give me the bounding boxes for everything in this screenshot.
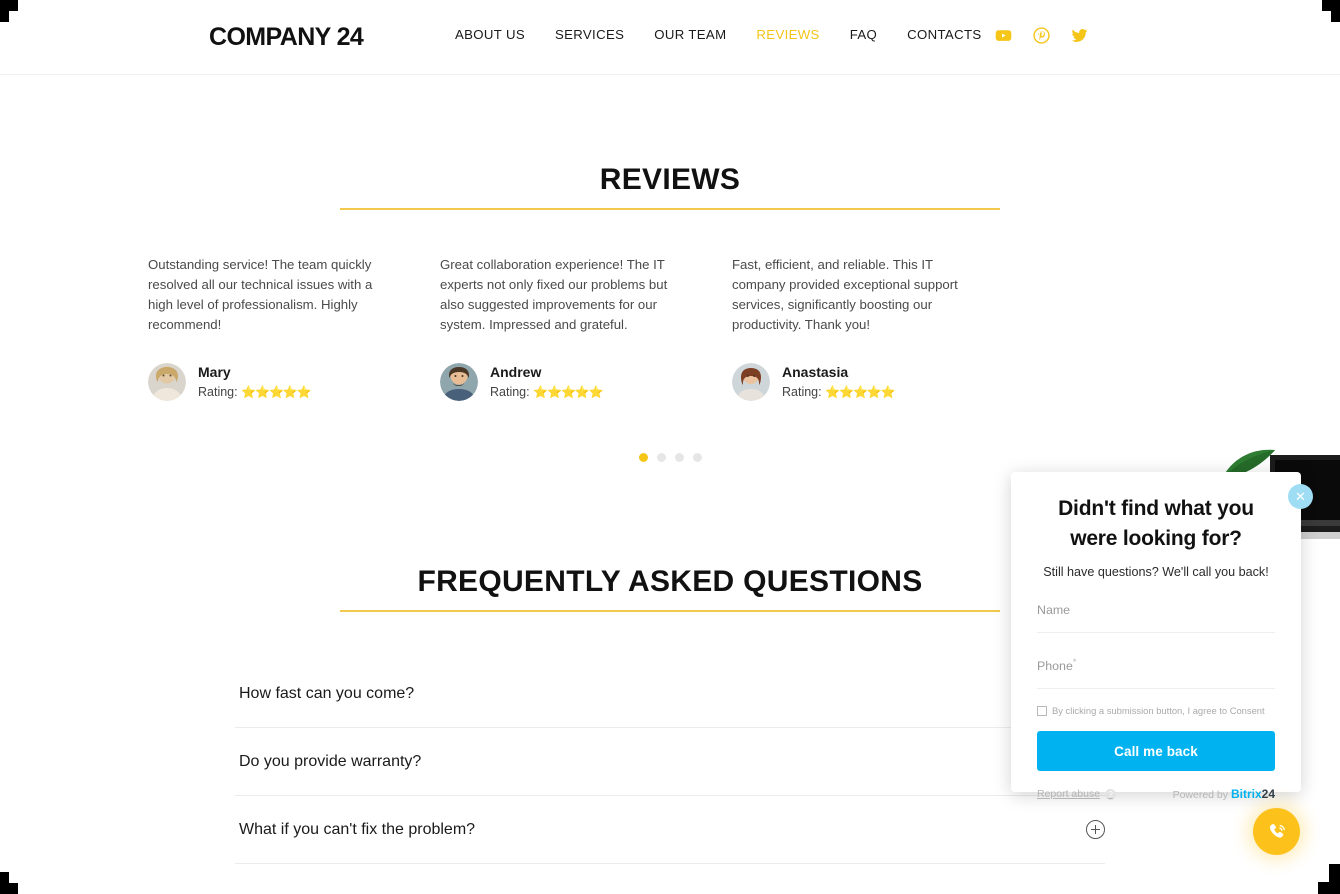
site-logo[interactable]: COMPANY 24 xyxy=(209,23,364,52)
review-card: Outstanding service! The team quickly re… xyxy=(148,255,440,401)
page-root: COMPANY 24 ABOUT US SERVICES OUR TEAM RE… xyxy=(0,0,1340,894)
review-author: Anastasia Rating: ⭐⭐⭐⭐⭐ xyxy=(732,363,1024,401)
reviews-title-underline xyxy=(340,208,1000,210)
site-header: COMPANY 24 ABOUT US SERVICES OUR TEAM RE… xyxy=(0,0,1340,75)
avatar xyxy=(440,363,478,401)
author-name: Mary xyxy=(198,364,231,381)
bitrix-brand: Bitrix xyxy=(1230,787,1262,802)
faq-heading-wrap: FREQUENTLY ASKED QUESTIONS xyxy=(340,567,1000,612)
name-field-underline xyxy=(1037,631,1275,633)
rating-label: Rating: xyxy=(198,385,238,399)
corner-mark-top-left xyxy=(0,0,30,22)
report-abuse-link[interactable]: Report abuse ? xyxy=(1037,788,1117,801)
author-rating: Rating: ⭐⭐⭐⭐⭐ xyxy=(782,384,896,401)
consent-label: By clicking a submission button, I agree… xyxy=(1052,704,1265,716)
author-rating: Rating: ⭐⭐⭐⭐⭐ xyxy=(198,384,312,401)
review-text: Fast, efficient, and reliable. This IT c… xyxy=(732,257,958,332)
author-rating: Rating: ⭐⭐⭐⭐⭐ xyxy=(490,384,604,401)
author-meta: Mary Rating: ⭐⭐⭐⭐⭐ xyxy=(198,363,312,401)
call-me-back-button[interactable]: Call me back xyxy=(1037,731,1275,772)
nav-item-contacts[interactable]: CONTACTS xyxy=(892,27,996,42)
avatar xyxy=(732,363,770,401)
reviews-section: REVIEWS Outstanding service! The team qu… xyxy=(0,75,1340,462)
pinterest-icon[interactable] xyxy=(1033,27,1050,44)
author-name: Andrew xyxy=(490,364,542,381)
carousel-dot-3[interactable] xyxy=(674,453,684,462)
name-field-label: Name xyxy=(1037,602,1071,617)
reviews-title: REVIEWS xyxy=(599,163,741,196)
carousel-dot-4[interactable] xyxy=(692,453,702,462)
phone-field-label: Phone* xyxy=(1037,657,1275,673)
corner-mark-bottom-right xyxy=(1306,864,1340,894)
faq-title: FREQUENTLY ASKED QUESTIONS xyxy=(417,565,923,598)
carousel-dot-2[interactable] xyxy=(656,453,666,462)
main-navigation: ABOUT US SERVICES OUR TEAM REVIEWS FAQ C… xyxy=(440,27,997,42)
nav-item-services[interactable]: SERVICES xyxy=(540,27,639,42)
bitrix-brand-number: 24 xyxy=(1261,787,1275,802)
phone-field-label-text: Phone xyxy=(1037,658,1073,673)
rating-stars: ⭐⭐⭐⭐⭐ xyxy=(241,385,312,399)
close-icon[interactable]: ✕ xyxy=(1288,484,1313,509)
review-author: Mary Rating: ⭐⭐⭐⭐⭐ xyxy=(148,363,440,401)
phone-field-underline xyxy=(1037,687,1275,689)
powered-by: Powered by Bitrix24 xyxy=(1173,787,1275,801)
author-name: Anastasia xyxy=(782,364,849,381)
report-abuse-label: Report abuse xyxy=(1037,788,1101,801)
popup-subtitle: Still have questions? We'll call you bac… xyxy=(1043,564,1269,579)
rating-stars: ⭐⭐⭐⭐⭐ xyxy=(825,385,896,399)
phone-field[interactable]: Phone* xyxy=(1037,657,1275,689)
required-mark: * xyxy=(1072,656,1077,667)
review-text: Outstanding service! The team quickly re… xyxy=(148,257,373,332)
popup-footer: Report abuse ? Powered by Bitrix24 xyxy=(1037,787,1275,801)
social-links xyxy=(995,27,1088,44)
faq-item[interactable]: How fast can you come? xyxy=(235,660,1105,728)
nav-item-our-team[interactable]: OUR TEAM xyxy=(639,27,741,42)
review-author: Andrew Rating: ⭐⭐⭐⭐⭐ xyxy=(440,363,732,401)
carousel-dots xyxy=(0,453,1340,462)
twitter-icon[interactable] xyxy=(1071,27,1088,44)
author-meta: Anastasia Rating: ⭐⭐⭐⭐⭐ xyxy=(782,363,896,401)
call-button-fab[interactable] xyxy=(1253,808,1300,855)
powered-by-prefix: Powered by xyxy=(1172,789,1229,802)
youtube-icon[interactable] xyxy=(995,27,1012,44)
consent-checkbox[interactable] xyxy=(1037,705,1047,716)
rating-stars: ⭐⭐⭐⭐⭐ xyxy=(533,385,604,399)
corner-mark-bottom-left xyxy=(0,872,30,894)
plus-icon[interactable] xyxy=(1086,820,1105,839)
faq-question: How fast can you come? xyxy=(239,684,415,702)
callback-popup: ✕ Didn't find what you were looking for?… xyxy=(1011,472,1313,801)
consent-row[interactable]: By clicking a submission button, I agree… xyxy=(1037,705,1275,716)
avatar xyxy=(148,363,186,401)
corner-mark-top-right xyxy=(1310,0,1340,22)
help-icon[interactable]: ? xyxy=(1105,788,1117,800)
phone-icon xyxy=(1269,823,1285,838)
rating-label: Rating: xyxy=(490,385,530,399)
faq-question: Do you provide warranty? xyxy=(239,752,422,770)
carousel-dot-1[interactable] xyxy=(638,453,648,462)
name-field[interactable]: Name xyxy=(1037,603,1275,633)
review-card: Great collaboration experience! The IT e… xyxy=(440,255,732,401)
popup-title: Didn't find what you were looking for? xyxy=(1058,497,1254,550)
author-meta: Andrew Rating: ⭐⭐⭐⭐⭐ xyxy=(490,363,604,401)
faq-question: What if you can't fix the problem? xyxy=(239,820,476,838)
nav-item-reviews[interactable]: REVIEWS xyxy=(741,27,834,42)
faq-title-underline xyxy=(340,610,1000,612)
nav-item-about-us[interactable]: ABOUT US xyxy=(440,27,540,42)
nav-item-faq[interactable]: FAQ xyxy=(835,27,892,42)
reviews-grid: Outstanding service! The team quickly re… xyxy=(115,255,1225,401)
review-text: Great collaboration experience! The IT e… xyxy=(440,257,668,332)
faq-item[interactable]: What if you can't fix the problem? xyxy=(235,796,1105,864)
review-card: Fast, efficient, and reliable. This IT c… xyxy=(732,255,1024,401)
faq-list: How fast can you come? Do you provide wa… xyxy=(235,660,1105,864)
rating-label: Rating: xyxy=(782,385,822,399)
reviews-heading-wrap: REVIEWS xyxy=(340,165,1000,210)
faq-item[interactable]: Do you provide warranty? xyxy=(235,728,1105,796)
